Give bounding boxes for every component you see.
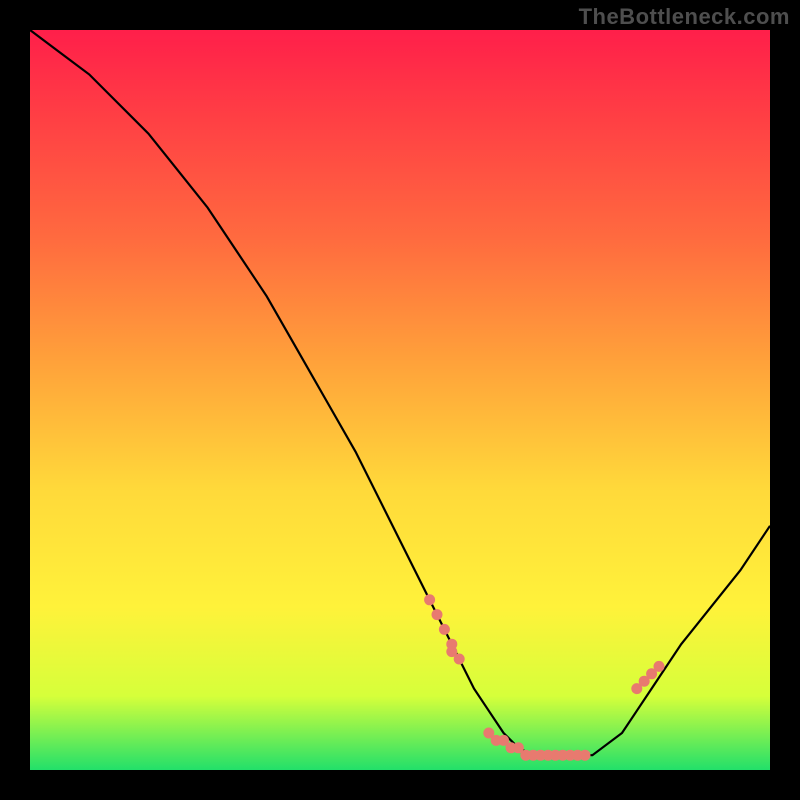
data-marker	[439, 624, 450, 635]
plot-area	[30, 30, 770, 770]
data-marker	[580, 750, 591, 761]
data-marker	[424, 594, 435, 605]
data-marker	[432, 609, 443, 620]
bottleneck-curve	[30, 30, 770, 755]
chart-svg	[30, 30, 770, 770]
marker-group	[424, 594, 664, 760]
data-marker	[654, 661, 665, 672]
data-marker	[454, 654, 465, 665]
watermark-text: TheBottleneck.com	[579, 4, 790, 30]
chart-frame: TheBottleneck.com	[0, 0, 800, 800]
